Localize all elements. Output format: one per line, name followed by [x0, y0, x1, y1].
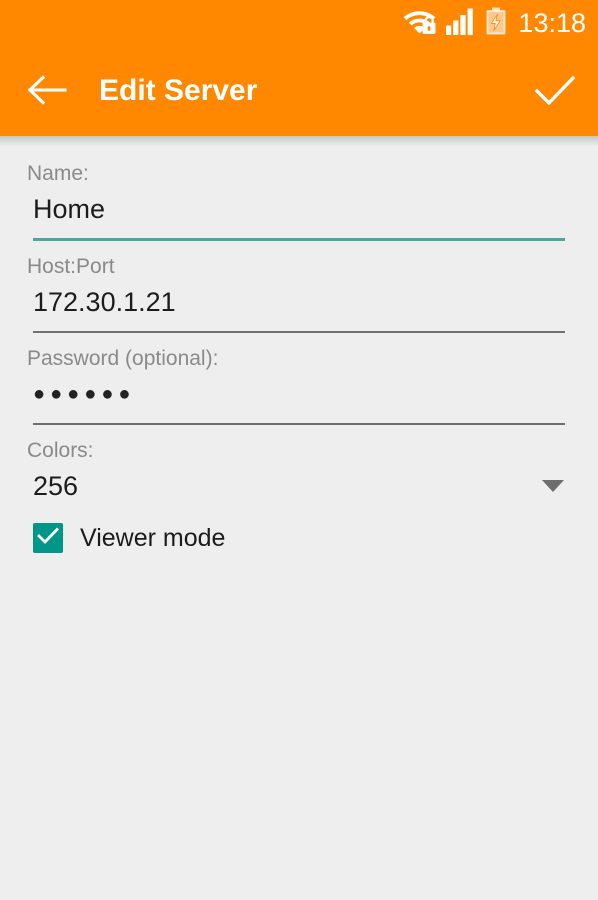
- app-bar-shadow: [0, 136, 598, 146]
- field-colors: Colors: 256: [0, 439, 598, 503]
- wifi-secured-icon: [403, 7, 437, 40]
- field-password: Password (optional): ●●●●●●: [0, 347, 598, 425]
- cellular-signal-icon: [446, 7, 476, 40]
- colors-select-value: 256: [33, 471, 79, 501]
- battery-charging-icon: [485, 7, 507, 40]
- field-name-label: Name:: [27, 162, 89, 185]
- field-name: Name: Home: [0, 162, 598, 241]
- status-bar: 13:18: [0, 0, 598, 46]
- field-colors-label: Colors:: [27, 439, 94, 462]
- save-button[interactable]: [526, 64, 584, 120]
- viewer-mode-checkbox-row[interactable]: Viewer mode: [0, 523, 598, 553]
- arrow-back-icon: [27, 74, 69, 111]
- viewer-mode-label: Viewer mode: [80, 524, 226, 552]
- status-bar-clock: 13:18: [518, 7, 586, 38]
- name-input-underline: [33, 238, 565, 241]
- check-icon: [532, 71, 578, 114]
- field-password-label: Password (optional):: [27, 347, 219, 370]
- page-title: Edit Server: [99, 74, 258, 107]
- host-port-input-underline: [33, 331, 565, 333]
- edit-server-form: Name: Home Host:Port 172.30.1.21 Passwor…: [0, 146, 598, 553]
- password-input-underline: [33, 423, 565, 425]
- app-bar: 13:18 Edit Server: [0, 0, 598, 136]
- password-input[interactable]: ●●●●●●: [27, 377, 565, 411]
- colors-select[interactable]: 256: [27, 469, 565, 503]
- name-input[interactable]: Home: [27, 192, 565, 226]
- checkmark-icon: [37, 527, 59, 550]
- app-bar-title-row: Edit Server: [0, 46, 598, 136]
- field-host-port: Host:Port 172.30.1.21: [0, 255, 598, 333]
- field-host-port-label: Host:Port: [27, 255, 115, 278]
- back-button[interactable]: [22, 66, 74, 118]
- host-port-input[interactable]: 172.30.1.21: [27, 285, 565, 319]
- chevron-down-icon: [542, 480, 564, 492]
- viewer-mode-checkbox[interactable]: [33, 523, 63, 553]
